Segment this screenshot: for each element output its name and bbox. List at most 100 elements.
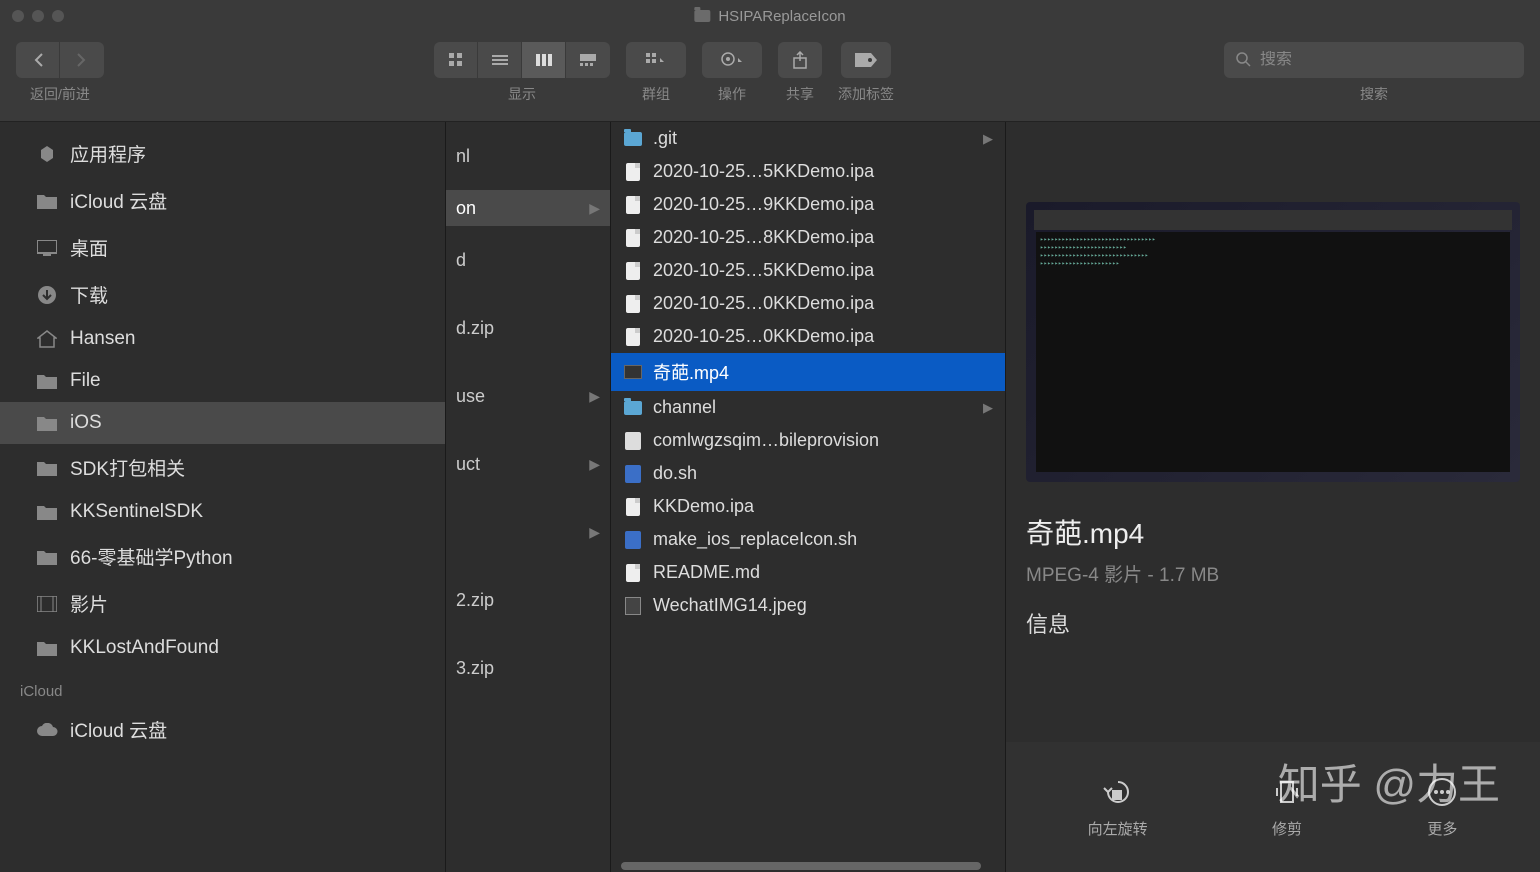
sidebar-item-icloud[interactable]: iCloud 云盘 [0, 706, 445, 753]
sidebar-item-label: 66-零基础学Python [70, 543, 233, 570]
back-button[interactable] [16, 42, 60, 78]
view-gallery-button[interactable] [566, 42, 610, 78]
sidebar-item-11[interactable]: KKLostAndFound [0, 627, 445, 669]
chevron-right-icon: ▶ [589, 388, 600, 405]
sidebar-item-label: 影片 [70, 590, 108, 617]
doc-icon [623, 228, 643, 248]
sidebar-item-10[interactable]: 影片 [0, 580, 445, 627]
folder-icon [623, 129, 643, 149]
file-item-label: 2020-10-25…5KKDemo.ipa [653, 161, 874, 182]
folder-icon [36, 412, 58, 434]
scrollbar[interactable] [611, 862, 1001, 870]
col1-item-6[interactable]: ▶ [446, 498, 610, 566]
file-item-3[interactable]: 2020-10-25…8KKDemo.ipa [611, 221, 1005, 254]
doc-icon [623, 294, 643, 314]
column-1: nlon▶dd.zipuse▶uct▶▶2.zip3.zip [445, 122, 610, 872]
col1-item-4[interactable]: use ▶ [446, 362, 610, 430]
file-item-13[interactable]: README.md [611, 556, 1005, 589]
sidebar-item-0[interactable]: 应用程序 [0, 130, 445, 177]
folder-icon [623, 398, 643, 418]
col1-item-8[interactable]: 3.zip [446, 634, 610, 702]
action-group: 操作 [702, 42, 762, 104]
minimize-button[interactable] [32, 10, 44, 22]
movie-icon [36, 593, 58, 615]
file-item-1[interactable]: 2020-10-25…5KKDemo.ipa [611, 155, 1005, 188]
sidebar-item-7[interactable]: SDK打包相关 [0, 444, 445, 491]
doc-icon [623, 261, 643, 281]
sidebar-item-label: SDK打包相关 [70, 454, 185, 481]
sidebar-item-label: 下载 [70, 281, 108, 308]
group-button[interactable] [626, 42, 686, 78]
trim-action[interactable]: 修剪 [1271, 776, 1303, 839]
close-button[interactable] [12, 10, 24, 22]
search-input[interactable] [1260, 51, 1512, 69]
col1-item-7[interactable]: 2.zip [446, 566, 610, 634]
file-item-12[interactable]: make_ios_replaceIcon.sh [611, 523, 1005, 556]
window-title: HSIPAReplaceIcon [694, 8, 845, 25]
col1-item-3[interactable]: d.zip [446, 294, 610, 362]
doc-icon [623, 563, 643, 583]
sidebar-item-4[interactable]: Hansen [0, 318, 445, 360]
chevron-right-icon: ▶ [983, 400, 993, 416]
file-item-7[interactable]: 奇葩.mp4 [611, 353, 1005, 391]
col1-item-label: 2.zip [456, 590, 494, 611]
file-item-label: make_ios_replaceIcon.sh [653, 529, 857, 550]
sidebar-item-6[interactable]: iOS [0, 402, 445, 444]
col1-item-1[interactable]: on▶ [446, 190, 610, 226]
file-item-2[interactable]: 2020-10-25…9KKDemo.ipa [611, 188, 1005, 221]
search-box[interactable] [1224, 42, 1524, 78]
toolbar: 返回/前进 显示 群组 操作 共享 添加标签 [0, 32, 1540, 122]
col1-item-2[interactable]: d [446, 226, 610, 294]
sidebar-item-1[interactable]: iCloud 云盘 [0, 177, 445, 224]
sidebar-item-label: iOS [70, 412, 102, 434]
sidebar-item-3[interactable]: 下载 [0, 271, 445, 318]
view-list-button[interactable] [478, 42, 522, 78]
sh-icon [623, 530, 643, 550]
col1-item-0[interactable]: nl [446, 122, 610, 190]
file-item-11[interactable]: KKDemo.ipa [611, 490, 1005, 523]
sidebar-item-8[interactable]: KKSentinelSDK [0, 491, 445, 533]
file-item-6[interactable]: 2020-10-25…0KKDemo.ipa [611, 320, 1005, 353]
folder-icon [36, 457, 58, 479]
sidebar-item-2[interactable]: 桌面 [0, 224, 445, 271]
maximize-button[interactable] [52, 10, 64, 22]
action-button[interactable] [702, 42, 762, 78]
file-item-14[interactable]: WechatIMG14.jpeg [611, 589, 1005, 622]
file-item-label: 奇葩.mp4 [653, 359, 729, 385]
file-item-9[interactable]: comlwgzsqim…bileprovision [611, 424, 1005, 457]
preview-filename: 奇葩.mp4 [1026, 512, 1520, 552]
share-button[interactable] [778, 42, 822, 78]
view-column-button[interactable] [522, 42, 566, 78]
sidebar-item-label: KKSentinelSDK [70, 501, 203, 523]
tags-button[interactable] [841, 42, 891, 78]
doc-icon [623, 497, 643, 517]
folder-icon [36, 637, 58, 659]
file-item-5[interactable]: 2020-10-25…0KKDemo.ipa [611, 287, 1005, 320]
content: 应用程序iCloud 云盘桌面下载HansenFileiOSSDK打包相关KKS… [0, 122, 1540, 872]
col1-item-5[interactable]: uct▶ [446, 430, 610, 498]
view-icon-button[interactable] [434, 42, 478, 78]
col1-item-label: use [456, 386, 485, 407]
nav-label: 返回/前进 [30, 84, 90, 104]
traffic-lights [12, 10, 64, 22]
forward-button[interactable] [60, 42, 104, 78]
col1-item-label: d.zip [456, 318, 494, 339]
view-group: 显示 [434, 42, 610, 104]
col1-item-label: on [456, 198, 476, 219]
chevron-right-icon: ▶ [589, 456, 600, 473]
file-item-10[interactable]: do.sh [611, 457, 1005, 490]
rotate-left-action[interactable]: 向左旋转 [1088, 776, 1148, 839]
sidebar-item-9[interactable]: 66-零基础学Python [0, 533, 445, 580]
more-action[interactable]: 更多 [1426, 776, 1458, 839]
sidebar-item-5[interactable]: File [0, 360, 445, 402]
search-icon [1236, 52, 1252, 68]
sidebar-item-label: iCloud 云盘 [70, 187, 167, 214]
file-item-label: 2020-10-25…5KKDemo.ipa [653, 260, 874, 281]
file-item-0[interactable]: .git▶ [611, 122, 1005, 155]
file-item-4[interactable]: 2020-10-25…5KKDemo.ipa [611, 254, 1005, 287]
col1-item-label: nl [456, 146, 470, 167]
sidebar-item-label: 桌面 [70, 234, 108, 261]
folder-icon [36, 370, 58, 392]
preview-meta: MPEG-4 影片 - 1.7 MB [1026, 560, 1520, 587]
file-item-8[interactable]: channel▶ [611, 391, 1005, 424]
